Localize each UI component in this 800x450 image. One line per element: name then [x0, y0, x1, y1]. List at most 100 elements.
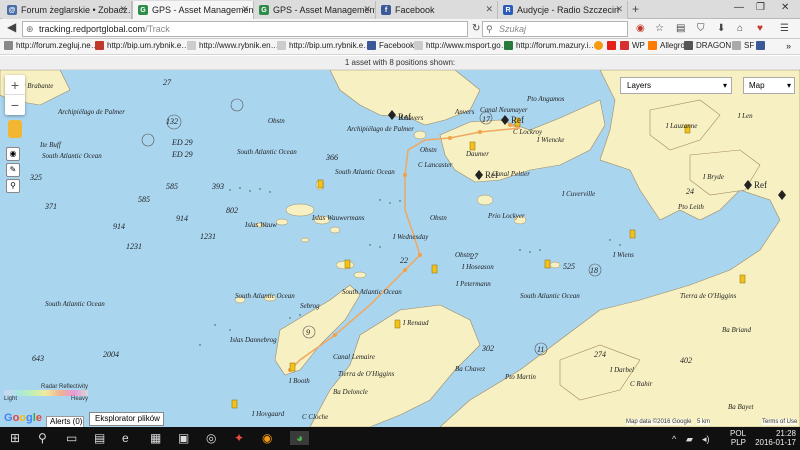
bookmark-item[interactable]: Facebook [367, 41, 414, 50]
chrome-icon[interactable]: ◕ [290, 431, 310, 445]
depth-label: 325 [30, 173, 42, 182]
ocean-label: South Atlantic Ocean [520, 292, 580, 300]
bookmark-item[interactable]: WP [620, 41, 645, 50]
ocean-label: South Atlantic Ocean [42, 152, 102, 160]
new-tab-icon[interactable]: + [632, 2, 639, 16]
map-place-label: Tierra de O'Higgins [680, 292, 737, 300]
close-icon[interactable]: ✕ [119, 4, 127, 15]
clock-date: 2016-01-17 [755, 438, 796, 447]
tab-label: GPS - Asset Management … [273, 5, 376, 15]
forum-icon [504, 41, 513, 50]
back-icon[interactable]: ◀ [7, 20, 16, 34]
addon-icon[interactable]: ◉ [636, 23, 645, 34]
tab-forum[interactable]: @ Forum żeglarskie • Zobacz… ✕ [2, 1, 132, 19]
tray-arrow-icon[interactable]: ^ [672, 434, 676, 444]
pocket-icon[interactable]: ♥ [757, 23, 763, 34]
close-icon[interactable]: ✕ [485, 4, 493, 15]
bookmark-item[interactable]: SF [732, 41, 754, 50]
depth-label: 366 [326, 153, 338, 162]
file-explorer-icon[interactable]: ▤ [94, 431, 105, 445]
map-place-label: Archipiélago de Palmer [58, 108, 126, 116]
search-input[interactable]: ⚲ Szukaj [482, 21, 628, 37]
forum-icon: @ [7, 5, 17, 15]
maximize-icon[interactable]: ❐ [756, 2, 765, 13]
bookmark-item[interactable]: Allegro [648, 41, 685, 50]
facebook-icon [756, 41, 765, 50]
gps-icon: G [259, 5, 269, 15]
zoom-in-button[interactable]: + [5, 75, 25, 95]
chevron-down-icon: ▾ [786, 81, 791, 90]
network-icon[interactable]: ▰ [686, 434, 693, 445]
edge-browser-icon[interactable]: e [122, 431, 129, 445]
explorer-tooltip: Eksplorator plików [89, 412, 164, 426]
close-icon[interactable]: ✕ [241, 4, 249, 15]
bookmark-item[interactable] [756, 41, 768, 50]
tab-radio[interactable]: R Audycje - Radio Szczecin ✕ [498, 1, 628, 19]
language-indicator[interactable]: POL PLP [730, 429, 746, 447]
facebook-icon: f [381, 5, 391, 15]
reload-icon[interactable]: ↻ [472, 23, 480, 34]
clock[interactable]: 21:28 2016-01-17 [752, 429, 796, 447]
map-place-label: Islas Dannebrog [230, 336, 277, 344]
download-icon[interactable]: ⬇ [717, 23, 725, 34]
gps-icon: G [138, 5, 148, 15]
tab-label: Audycje - Radio Szczecin [517, 5, 620, 15]
eye-icon[interactable]: ◉ [6, 147, 20, 161]
bookmark-item[interactable] [607, 41, 619, 50]
menu-icon[interactable]: ☰ [780, 23, 789, 34]
bookmark-item[interactable]: http://bip.um.rybnik.e… [95, 41, 189, 50]
nautical-map[interactable]: Isla Brabante Archipiélago de Palmer I A… [0, 70, 800, 427]
url-field[interactable]: ⊕ tracking.redportglobal.com/Track [22, 21, 468, 37]
page-icon [187, 41, 196, 50]
zoom-out-button[interactable]: − [5, 95, 25, 115]
window-close-icon[interactable]: ✕ [781, 2, 789, 13]
map-place-label: Tierra de O'Higgins [338, 370, 395, 378]
ref-label: Ref [398, 112, 411, 122]
terms-link[interactable]: Terms of Use [762, 419, 798, 425]
map-type-select[interactable]: Map ▾ [743, 77, 795, 94]
tab-gps[interactable]: G GPS - Asset Management … ✕ [254, 1, 376, 19]
windows-start-icon[interactable]: ⊞ [10, 431, 20, 445]
map-scale: 5 km [697, 419, 711, 425]
ocean-label: South Atlantic Ocean [45, 300, 105, 308]
bookmark-item[interactable]: DRAGON [684, 41, 731, 50]
google-logo: Google [4, 412, 42, 424]
bookmark-item[interactable] [594, 41, 606, 50]
bookmark-item[interactable]: http://forum.mazury.i… [504, 41, 596, 50]
shield-icon[interactable]: ⛉ [697, 23, 705, 34]
star-icon[interactable]: ☆ [655, 23, 664, 34]
tab-facebook[interactable]: f Facebook ✕ [376, 1, 498, 19]
reading-list-icon[interactable]: ▤ [676, 23, 685, 34]
home-icon[interactable]: ⌂ [737, 23, 743, 34]
alerts-button[interactable]: Alerts (0) [46, 416, 84, 427]
close-icon[interactable]: ✕ [363, 4, 371, 15]
minimize-icon[interactable]: — [734, 2, 744, 13]
map-place-label: Ite Buff [40, 141, 61, 149]
bookmark-item[interactable]: http://www.rybnik.en… [187, 41, 279, 50]
bookmarks-bar: http://forum.zegluj.ne… http://bip.um.ry… [0, 39, 800, 55]
layers-select[interactable]: Layers ▾ [620, 77, 732, 94]
search-icon[interactable]: ⚲ [38, 431, 47, 445]
ocean-label: South Atlantic Ocean [335, 168, 395, 176]
depth-label: 9 [306, 328, 310, 337]
calculator-icon[interactable]: ▣ [178, 431, 189, 445]
store-icon[interactable]: ▦ [150, 431, 161, 445]
bookmark-item[interactable]: http://bip.um.rybnik.e… [277, 41, 371, 50]
bookmark-item[interactable]: http://www.msport.go… [414, 41, 509, 50]
pegman-icon[interactable] [8, 120, 22, 138]
depth-label: 274 [594, 350, 606, 359]
depth-label: 17 [482, 115, 490, 124]
more-bookmarks-icon[interactable]: » [786, 41, 791, 51]
ruler-icon[interactable]: ✎ [6, 163, 20, 177]
bookmark-item[interactable]: http://forum.zegluj.ne… [4, 41, 99, 50]
depth-label: ED 29 [172, 150, 193, 159]
pin-app-icon[interactable]: ✦ [234, 431, 244, 445]
zoom-box-icon[interactable]: ⚲ [6, 179, 20, 193]
ref-label: Ref [485, 170, 498, 180]
volume-icon[interactable]: ◂) [702, 434, 710, 445]
task-view-icon[interactable]: ▭ [66, 431, 77, 445]
tab-gps-active[interactable]: G GPS - Asset Management … ✕ [132, 1, 254, 19]
firefox-icon[interactable]: ◉ [262, 431, 272, 445]
media-icon[interactable]: ◎ [206, 431, 216, 445]
close-icon[interactable]: ✕ [615, 4, 623, 15]
